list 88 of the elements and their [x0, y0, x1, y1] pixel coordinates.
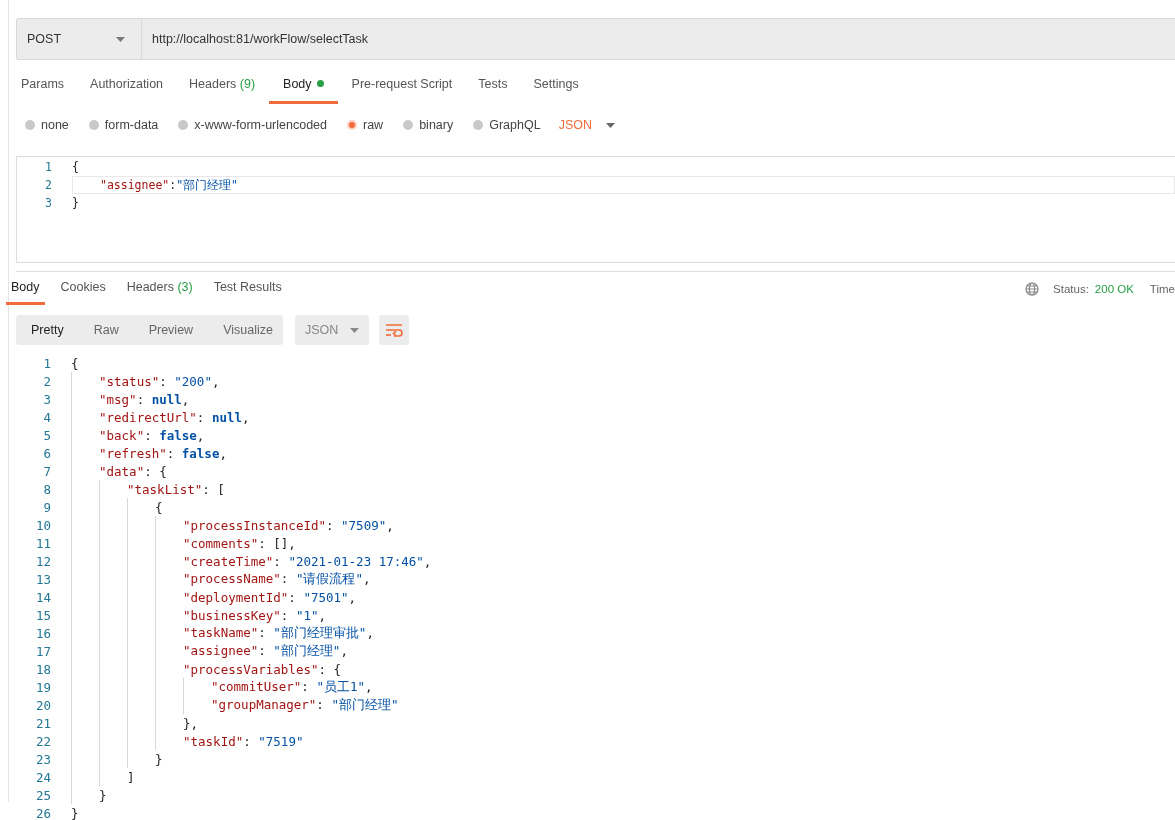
caret-icon [605, 122, 615, 128]
response-tab[interactable]: Headers (3) [116, 272, 204, 305]
code-line: { [155, 499, 163, 515]
code-line: "data": { [99, 463, 167, 479]
view-mode-button[interactable]: Visualize [208, 315, 288, 345]
line-number: 5 [42, 427, 52, 443]
code-line: "taskName": "部门经理审批", [183, 624, 374, 642]
body-type-radio[interactable]: x-www-form-urlencoded [178, 118, 327, 132]
code-line: } [155, 751, 163, 767]
line-number: 17 [34, 643, 52, 659]
request-tab[interactable]: Authorization [78, 66, 176, 104]
line-number: 23 [34, 751, 52, 767]
response-tab[interactable]: Test Results [203, 272, 293, 305]
line-number: 26 [34, 805, 52, 820]
request-tab[interactable]: Body [269, 66, 338, 104]
code-line: "taskId": "7519" [183, 733, 304, 749]
line-number: 1 [42, 355, 52, 371]
line-number: 25 [34, 787, 52, 803]
code-line: "status": "200", [99, 373, 220, 389]
view-mode-button[interactable]: Raw [78, 315, 134, 345]
request-body-editor[interactable]: 1 { 2 "assignee":"部门经理" 3 } [16, 156, 1175, 263]
code-line: "createTime": "2021-01-23 17:46", [183, 553, 432, 569]
code-line: "businessKey": "1", [183, 607, 326, 623]
caret-icon [350, 327, 359, 333]
code-line: "assignee": "部门经理", [183, 642, 348, 660]
line-number: 3 [42, 391, 52, 407]
line-number: 15 [34, 607, 52, 623]
line-number: 19 [34, 679, 52, 695]
line-number: 7 [42, 463, 52, 479]
line-number: 21 [34, 715, 52, 731]
code-line: "assignee":"部门经理" [99, 177, 239, 193]
body-type-radio[interactable]: none [25, 118, 69, 132]
line-number: 18 [34, 661, 52, 677]
body-type-radio[interactable]: binary [403, 118, 454, 132]
line-number: 12 [34, 553, 52, 569]
line-number: 14 [34, 589, 52, 605]
code-line: { [72, 160, 79, 174]
line-number: 22 [34, 733, 52, 749]
status-value: 200 OK [1094, 282, 1134, 295]
body-type-radio[interactable]: raw [347, 118, 384, 132]
code-line: ] [127, 769, 135, 785]
line-number: 13 [34, 571, 52, 587]
request-tab[interactable]: Settings [521, 66, 591, 104]
code-line: } [71, 805, 79, 820]
code-line: } [99, 787, 107, 803]
line-number: 1 [44, 160, 53, 174]
code-line: { [71, 355, 79, 371]
code-line: "msg": null, [99, 391, 190, 407]
line-number: 3 [44, 196, 53, 210]
wrap-lines-button[interactable] [379, 315, 409, 345]
line-number: 9 [42, 499, 52, 515]
response-tab[interactable]: Body [6, 272, 45, 305]
code-line: "processInstanceId": "7509", [183, 517, 394, 533]
time-label: Time [1149, 282, 1175, 295]
status-label: Status: [1053, 282, 1089, 295]
view-mode-button[interactable]: Pretty [16, 315, 79, 345]
code-line: }, [183, 715, 199, 731]
code-line: "commitUser": "员工1", [211, 678, 373, 696]
code-line: "comments": [], [183, 535, 296, 551]
line-number: 24 [34, 769, 52, 785]
line-number: 6 [42, 445, 52, 461]
body-type-radio[interactable]: form-data [88, 118, 159, 132]
code-line: "refresh": false, [99, 445, 227, 461]
response-tab[interactable]: Cookies [50, 272, 117, 305]
code-line: "processName": "请假流程", [183, 570, 371, 588]
request-tab[interactable]: Pre-request Script [339, 66, 465, 104]
view-mode-button[interactable]: Preview [133, 315, 209, 345]
line-number: 20 [34, 697, 52, 713]
code-line: "redirectUrl": null, [99, 409, 250, 425]
body-type-radio[interactable]: GraphQL [473, 118, 541, 132]
line-number: 11 [34, 535, 52, 551]
code-line: "taskList": [ [127, 481, 225, 497]
code-line: } [72, 196, 79, 210]
line-number: 2 [44, 178, 53, 192]
request-tab[interactable]: Headers (9) [177, 66, 268, 104]
line-number: 10 [34, 517, 52, 533]
request-tab[interactable]: Tests [466, 66, 520, 104]
line-number: 16 [34, 625, 52, 641]
code-line: "groupManager": "部门经理" [211, 696, 399, 714]
wrap-lines-icon [385, 323, 403, 337]
code-line: "deploymentId": "7501", [183, 589, 357, 605]
line-number: 2 [42, 373, 52, 389]
code-line: "back": false, [99, 427, 205, 443]
code-line: "processVariables": { [183, 661, 342, 677]
line-number: 8 [42, 481, 52, 497]
request-tab[interactable]: Params [16, 66, 77, 104]
globe-icon[interactable] [1025, 281, 1040, 296]
line-number: 4 [42, 409, 52, 425]
